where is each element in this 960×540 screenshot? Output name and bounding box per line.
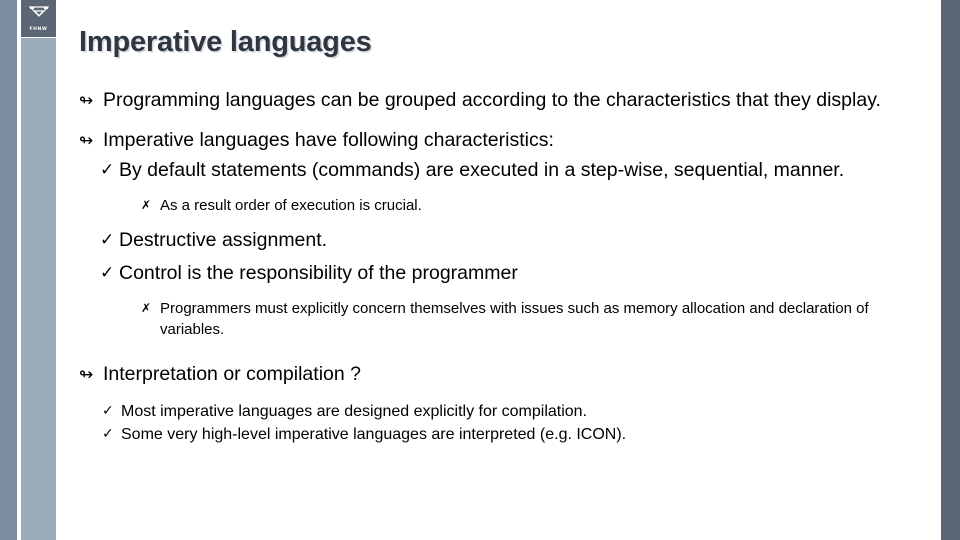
left-dark-accent-bar	[0, 0, 17, 540]
check-bullet-icon: ✓	[102, 426, 114, 442]
triangle-logo-mark-icon	[28, 5, 50, 27]
bullet-item-imperative-characteristics: ↬ Imperative languages have following ch…	[79, 128, 929, 154]
left-light-accent-bar	[21, 38, 56, 540]
bullet-item-by-default-statements: ✓ By default statements (commands) are e…	[100, 158, 929, 183]
slide-body: ↬ Programming languages can be grouped a…	[79, 88, 929, 446]
bullet-item-designed-for-compilation: ✓ Most imperative languages are designed…	[102, 400, 929, 423]
check-bullet-icon: ✓	[100, 263, 115, 283]
page-title: Imperative languages	[79, 26, 372, 58]
check-bullet-icon: ✓	[102, 403, 114, 419]
x-bullet-icon: ✗	[141, 198, 152, 212]
bullet-item-destructive-assignment: ✓ Destructive assignment.	[100, 228, 929, 253]
bullet-item-interpretation-or-compilation: ↬ Interpretation or compilation ?	[79, 362, 929, 388]
check-bullet-icon: ✓	[100, 160, 115, 180]
arrow-bullet-icon: ↬	[79, 131, 94, 151]
bullet-text: Control is the responsibility of the pro…	[119, 262, 518, 284]
check-bullet-icon: ✓	[100, 230, 115, 250]
bullet-item-programming-languages: ↬ Programming languages can be grouped a…	[79, 88, 929, 114]
slide: FHNW Imperative languages ↬ Programming …	[0, 0, 960, 540]
bullet-item-high-level-interpreted: ✓ Some very high-level imperative langua…	[102, 423, 929, 446]
bullet-text: Programming languages can be grouped acc…	[103, 89, 881, 111]
bullet-item-order-of-execution: ✗ As a result order of execution is cruc…	[141, 195, 929, 216]
logo: FHNW	[21, 0, 56, 37]
bullet-text: Imperative languages have following char…	[103, 129, 554, 151]
bullet-text: Interpretation or compilation ?	[103, 363, 361, 385]
x-bullet-icon: ✗	[141, 301, 152, 315]
bullet-item-memory-allocation: ✗ Programmers must explicitly concern th…	[141, 298, 929, 340]
arrow-bullet-icon: ↬	[79, 365, 94, 385]
bullet-text: As a result order of execution is crucia…	[160, 197, 422, 214]
bullet-text: Destructive assignment.	[119, 229, 328, 251]
bullet-text: Most imperative languages are designed e…	[121, 403, 588, 420]
right-dark-accent-bar	[941, 0, 960, 540]
bullet-text: Programmers must explicitly concern them…	[160, 300, 869, 338]
bullet-text: Some very high-level imperative language…	[121, 426, 627, 443]
arrow-bullet-icon: ↬	[79, 91, 94, 111]
bullet-item-control-responsibility: ✓ Control is the responsibility of the p…	[100, 261, 929, 286]
bullet-text: By default statements (commands) are exe…	[119, 159, 845, 181]
logo-wordmark: FHNW	[29, 26, 48, 32]
